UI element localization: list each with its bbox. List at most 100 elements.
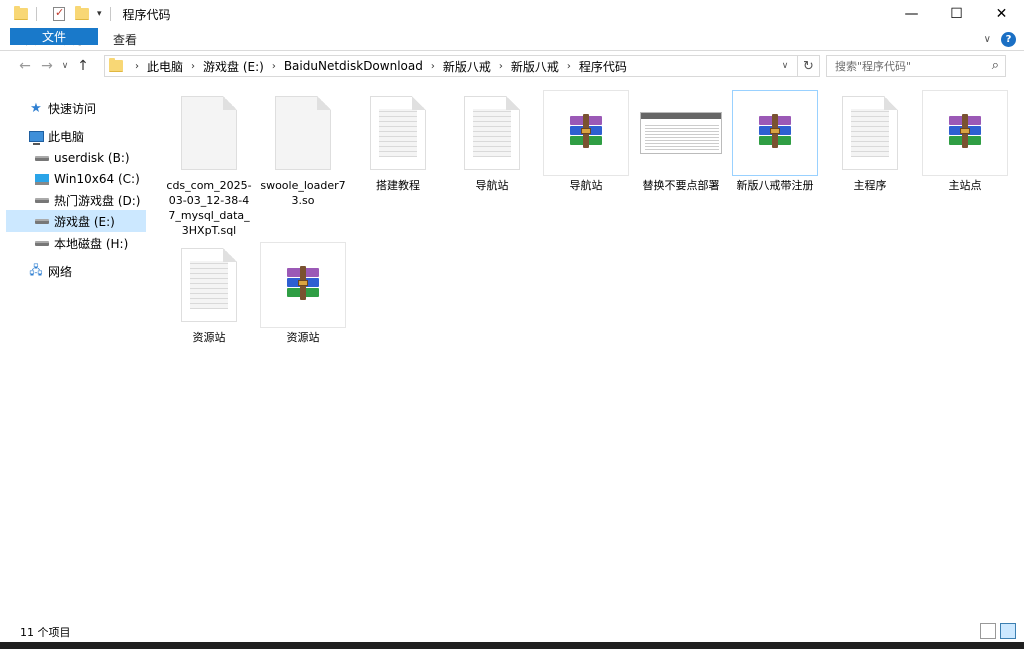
windows-drive-icon	[35, 173, 49, 185]
breadcrumb-current[interactable]: 程序代码	[579, 58, 627, 75]
search-icon[interactable]: ⌕	[992, 58, 999, 73]
breadcrumb-folder-1[interactable]: 新版八戒	[443, 58, 491, 75]
address-bar[interactable]: › 此电脑 › 游戏盘 (E:) › BaiduNetdiskDownload …	[104, 55, 820, 77]
file-item[interactable]: swoole_loader73.so	[259, 90, 347, 208]
sidebar-item-label: 网络	[48, 264, 73, 279]
chevron-right-icon[interactable]: ›	[135, 61, 139, 72]
up-arrow-icon[interactable]: ↑	[72, 55, 94, 77]
sidebar-item-drive-h[interactable]: 本地磁盘 (H:)	[34, 232, 146, 254]
tab-view[interactable]: 查看	[100, 28, 150, 50]
ribbon-tabs: 文件 主页 共享 查看 ∨ ?	[0, 28, 1024, 51]
properties-icon[interactable]	[53, 6, 65, 21]
file-item[interactable]: 资源站	[165, 242, 253, 345]
file-thumbnail	[827, 90, 913, 176]
quick-access-star-icon: ★	[30, 100, 42, 116]
forward-arrow-icon[interactable]: →	[36, 55, 58, 77]
sidebar-item-drive-e[interactable]: 游戏盘 (E:)	[6, 210, 146, 232]
file-item[interactable]: 替换不要点部署	[637, 90, 725, 193]
file-thumbnail	[449, 90, 535, 176]
back-arrow-icon[interactable]: ←	[14, 55, 36, 77]
quick-access-toolbar: ▾	[0, 0, 117, 28]
file-name: 主站点	[948, 179, 982, 192]
winrar-archive-icon	[566, 114, 606, 150]
customize-toolbar-icon[interactable]: ▾	[97, 9, 102, 19]
file-thumbnail	[260, 90, 346, 176]
chevron-right-icon[interactable]: ›	[431, 61, 435, 72]
file-thumbnail	[166, 242, 252, 328]
breadcrumb: › 此电脑 › 游戏盘 (E:) › BaiduNetdiskDownload …	[127, 58, 627, 75]
file-item-selected[interactable]: 新版八戒带注册	[731, 90, 819, 193]
sidebar-item-label: 此电脑	[48, 129, 85, 144]
chevron-right-icon[interactable]: ›	[567, 61, 571, 72]
file-item[interactable]: 导航站	[448, 90, 536, 193]
refresh-icon[interactable]: ↻	[797, 56, 819, 76]
window-title: 程序代码	[122, 7, 171, 22]
search-input[interactable]	[835, 59, 985, 73]
sidebar-item-drive-b[interactable]: userdisk (B:)	[34, 147, 146, 169]
minimize-button[interactable]: —	[889, 0, 934, 28]
file-item[interactable]: 主站点	[921, 90, 1009, 193]
file-name: 导航站	[475, 179, 509, 192]
sidebar-item-label: 游戏盘 (E:)	[54, 214, 115, 229]
tab-file[interactable]: 文件	[10, 28, 98, 45]
winrar-archive-icon	[283, 266, 323, 302]
file-item[interactable]: 主程序	[826, 90, 914, 193]
blank-document-icon	[181, 96, 237, 170]
file-item[interactable]: 导航站	[542, 90, 630, 193]
sidebar-item-quick-access[interactable]: ★ 快速访问	[28, 97, 146, 119]
sidebar-item-label: 快速访问	[48, 101, 97, 116]
sidebar-item-network[interactable]: 🖧 网络	[28, 260, 146, 282]
sidebar-item-label: 本地磁盘 (H:)	[54, 236, 129, 251]
file-item[interactable]: 搭建教程	[354, 90, 442, 193]
address-history-chevron-icon[interactable]: ∨	[775, 56, 795, 76]
chevron-right-icon[interactable]: ›	[272, 61, 276, 72]
file-thumbnail	[922, 90, 1008, 176]
file-name: 导航站	[569, 179, 603, 192]
winrar-archive-icon	[945, 114, 985, 150]
chevron-right-icon[interactable]: ›	[499, 61, 503, 72]
maximize-button[interactable]: ☐	[934, 0, 979, 28]
divider	[36, 7, 37, 21]
taskbar-edge	[0, 642, 1024, 649]
text-document-icon	[181, 248, 237, 322]
sidebar-item-drive-c[interactable]: Win10x64 (C:)	[34, 168, 146, 190]
sidebar-item-label: 热门游戏盘 (D:)	[54, 193, 141, 208]
file-item[interactable]: 资源站	[259, 242, 347, 345]
help-icon[interactable]: ?	[1001, 32, 1016, 47]
this-pc-icon	[28, 130, 44, 145]
breadcrumb-baidunetdisk[interactable]: BaiduNetdiskDownload	[284, 59, 423, 73]
close-button[interactable]: ✕	[979, 0, 1024, 28]
winrar-archive-icon	[755, 114, 795, 150]
details-view-icon[interactable]	[980, 623, 996, 639]
drive-icon	[35, 240, 49, 246]
file-thumbnail	[166, 90, 252, 176]
sidebar-item-drive-d[interactable]: 热门游戏盘 (D:)	[34, 189, 146, 211]
sidebar-item-this-pc[interactable]: 此电脑	[28, 125, 146, 147]
item-count: 11 个项目	[20, 626, 71, 639]
chevron-right-icon[interactable]: ›	[191, 61, 195, 72]
breadcrumb-folder-2[interactable]: 新版八戒	[511, 58, 559, 75]
expand-ribbon-icon[interactable]: ∨	[984, 34, 991, 45]
sidebar-item-label: Win10x64 (C:)	[54, 172, 140, 186]
file-thumbnail	[543, 90, 629, 176]
text-document-icon	[464, 96, 520, 170]
file-item[interactable]: cds_com_2025-03-03_12-38-47_mysql_data_3…	[165, 90, 253, 238]
file-name: 资源站	[286, 331, 320, 344]
network-icon: 🖧	[29, 262, 43, 277]
folder-icon	[109, 58, 123, 72]
breadcrumb-this-pc[interactable]: 此电脑	[147, 58, 183, 75]
file-thumbnail	[355, 90, 441, 176]
file-thumbnail	[638, 90, 724, 176]
breadcrumb-drive-e[interactable]: 游戏盘 (E:)	[203, 58, 264, 75]
recent-locations-chevron-icon[interactable]: ∨	[58, 55, 72, 77]
new-folder-icon[interactable]	[75, 6, 89, 20]
file-view: cds_com_2025-03-03_12-38-47_mysql_data_3…	[152, 85, 1012, 620]
screenshot-thumbnail	[640, 112, 722, 154]
search-box[interactable]: ⌕	[826, 55, 1006, 77]
file-name: 新版八戒带注册	[736, 179, 814, 192]
large-icons-view-icon[interactable]	[1000, 623, 1016, 639]
file-name: 搭建教程	[376, 179, 420, 192]
file-name: swoole_loader73.so	[260, 179, 346, 207]
file-name: 资源站	[192, 331, 226, 344]
drive-icon	[35, 155, 49, 161]
